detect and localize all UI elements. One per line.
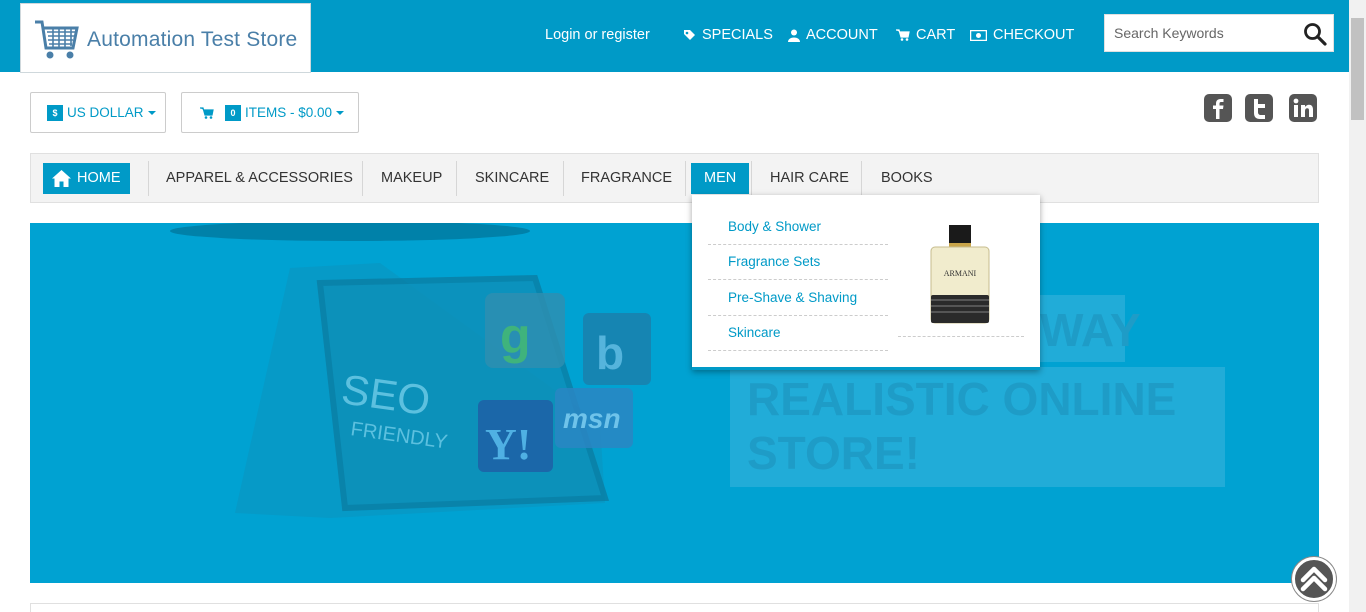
nav-hair-care[interactable]: HAIR CARE (757, 163, 862, 194)
submenu-body-shower[interactable]: Body & Shower (708, 210, 888, 245)
scrollbar-thumb[interactable] (1351, 18, 1364, 120)
search-icon[interactable] (1303, 22, 1327, 46)
banner-artwork: SEO FRIENDLY g b Y! msn WAY REALISTIC ON… (170, 223, 1225, 518)
cart-label: CART (916, 27, 956, 43)
currency-dropdown[interactable]: $ US DOLLAR (30, 92, 166, 133)
account-label: ACCOUNT (806, 27, 878, 43)
nav-home[interactable]: HOME (43, 163, 130, 194)
search-box (1104, 14, 1334, 52)
nav-divider (751, 161, 752, 196)
facebook-icon[interactable] (1204, 94, 1232, 122)
submenu-pre-shave[interactable]: Pre-Shave & Shaving (708, 281, 888, 316)
cart-total-label: ITEMS - $0.00 (245, 105, 333, 120)
nav-divider (861, 161, 862, 196)
yahoo-logo: Y! (485, 420, 531, 469)
linkedin-icon[interactable] (1289, 94, 1317, 122)
checkout-label: CHECKOUT (993, 27, 1075, 43)
login-link[interactable]: Login or register (545, 27, 650, 43)
nav-apparel[interactable]: APPAREL & ACCESSORIES (153, 163, 366, 194)
cart-logo-icon (35, 20, 79, 59)
nav-men[interactable]: MEN (691, 163, 750, 194)
back-to-top-button[interactable] (1292, 557, 1336, 601)
twitter-icon[interactable] (1245, 94, 1273, 122)
chevron-down-icon (336, 110, 345, 115)
page-scrollbar[interactable] (1349, 0, 1366, 612)
msn-logo: msn (563, 403, 621, 434)
nav-home-label: HOME (77, 170, 121, 186)
nav-divider (685, 161, 686, 196)
tag-icon (684, 29, 695, 40)
cart-dropdown[interactable]: 0 ITEMS - $0.00 (181, 92, 359, 133)
search-input[interactable] (1105, 15, 1295, 51)
nav-divider (148, 161, 149, 196)
checkout-link[interactable]: CHECKOUT (970, 27, 1074, 43)
chevron-up-icon (1300, 566, 1328, 592)
specials-link[interactable]: SPECIALS (683, 27, 773, 43)
cart-link[interactable]: CART (896, 27, 955, 43)
logo-text: Automation Test Store (87, 28, 298, 51)
nav-makeup[interactable]: MAKEUP (368, 163, 455, 194)
google-logo: g (500, 308, 531, 364)
menu-product-image[interactable]: ARMANI (898, 213, 1024, 337)
bing-logo: b (596, 327, 624, 379)
home-icon (52, 170, 71, 187)
submenu-fragrance-sets[interactable]: Fragrance Sets (708, 245, 888, 280)
banner-headline-1: WAY (1040, 304, 1141, 356)
men-submenu: Body & Shower Fragrance Sets Pre-Shave &… (692, 195, 1040, 370)
perfume-bottle-image: ARMANI (930, 225, 990, 324)
submenu-skincare[interactable]: Skincare (708, 316, 888, 351)
nav-skincare[interactable]: SKINCARE (462, 163, 562, 194)
money-icon (970, 29, 987, 41)
user-icon (788, 29, 800, 42)
chevron-down-icon (147, 110, 156, 115)
cart-count-badge: 0 (225, 104, 241, 121)
cart-icon (896, 29, 910, 41)
banner-headline-2: REALISTIC ONLINE (747, 373, 1176, 425)
content-section-top (30, 603, 1319, 612)
nav-books[interactable]: BOOKS (868, 163, 946, 194)
nav-fragrance[interactable]: FRAGRANCE (568, 163, 685, 194)
nav-divider (456, 161, 457, 196)
nav-divider (563, 161, 564, 196)
specials-label: SPECIALS (702, 27, 773, 43)
currency-badge: $ (47, 104, 63, 121)
main-nav: HOME APPAREL & ACCESSORIES MAKEUP SKINCA… (30, 153, 1319, 203)
perfume-label: ARMANI (944, 269, 977, 278)
cart-icon (200, 106, 214, 119)
currency-label: US DOLLAR (67, 105, 144, 120)
account-link[interactable]: ACCOUNT (788, 27, 878, 43)
nav-divider (362, 161, 363, 196)
banner-headline-3: STORE! (747, 427, 920, 479)
store-logo[interactable]: Automation Test Store (20, 3, 311, 73)
hero-banner[interactable]: SEO FRIENDLY g b Y! msn WAY REALISTIC ON… (30, 223, 1319, 583)
